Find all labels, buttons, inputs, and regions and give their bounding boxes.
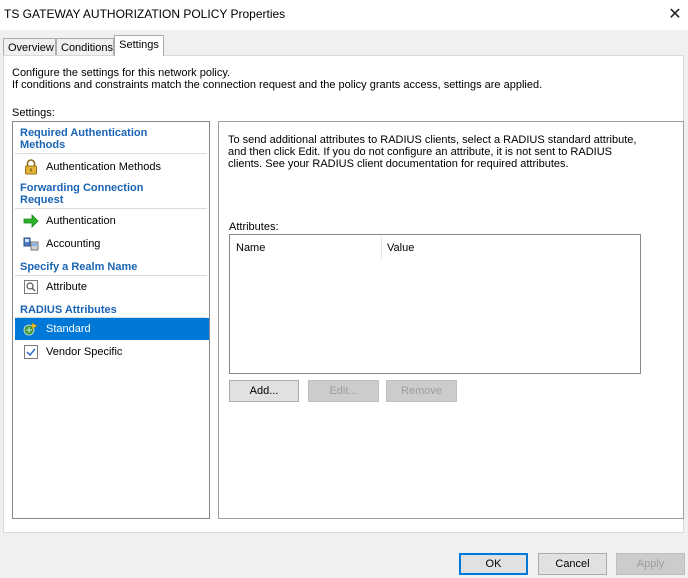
- standard-icon: [23, 321, 39, 337]
- nav-heading-required-authentication: Required Authentication Methods: [20, 127, 148, 151]
- nav-heading-forwarding-connection: Forwarding Connection Request: [20, 182, 144, 206]
- nav-item-label: Standard: [46, 323, 91, 335]
- edit-button[interactable]: Edit...: [308, 380, 379, 402]
- nav-item-authentication-methods[interactable]: Authentication Methods: [15, 156, 209, 178]
- cancel-button[interactable]: Cancel: [538, 553, 607, 575]
- apply-button[interactable]: Apply: [616, 553, 685, 575]
- nav-heading-radius-attributes: RADIUS Attributes: [20, 304, 117, 316]
- nav-item-label: Authentication: [46, 215, 116, 227]
- nav-item-authentication[interactable]: Authentication: [15, 210, 209, 232]
- nav-item-label: Attribute: [46, 281, 87, 293]
- ok-button[interactable]: OK: [459, 553, 528, 575]
- attributes-list[interactable]: Name Value: [229, 234, 641, 374]
- nav-item-label: Authentication Methods: [46, 161, 161, 173]
- description-line-2: If conditions and constraints match the …: [12, 79, 543, 91]
- nav-separator: [15, 208, 207, 209]
- nav-item-label: Vendor Specific: [46, 346, 123, 358]
- close-button[interactable]: ✕: [664, 2, 686, 26]
- nav-heading-realm-name: Specify a Realm Name: [20, 261, 138, 273]
- attributes-label: Attributes:: [229, 221, 279, 233]
- accounting-icon: [23, 236, 39, 252]
- add-button[interactable]: Add...: [229, 380, 299, 402]
- nav-item-label: Accounting: [46, 238, 101, 250]
- lock-icon: [23, 159, 39, 175]
- nav-separator: [15, 153, 207, 154]
- tab-overview[interactable]: Overview: [3, 38, 56, 56]
- nav-item-attribute[interactable]: Attribute: [15, 276, 209, 298]
- nav-item-standard[interactable]: Standard: [15, 318, 209, 340]
- green-arrow-icon: [23, 213, 39, 229]
- title-bar: TS GATEWAY AUTHORIZATION POLICY Properti…: [0, 0, 688, 30]
- nav-item-accounting[interactable]: Accounting: [15, 233, 209, 255]
- nav-item-vendor-specific[interactable]: Vendor Specific: [15, 341, 209, 363]
- settings-label: Settings:: [12, 107, 55, 119]
- radius-instructions-text: To send additional attributes to RADIUS …: [228, 134, 637, 170]
- remove-button[interactable]: Remove: [386, 380, 457, 402]
- window-title: TS GATEWAY AUTHORIZATION POLICY Properti…: [4, 7, 286, 21]
- settings-nav: Required Authentication Methods Authenti…: [12, 121, 210, 519]
- column-header-name[interactable]: Name: [236, 242, 265, 254]
- description-line-1: Configure the settings for this network …: [12, 67, 231, 79]
- attribute-icon: [23, 279, 39, 295]
- tab-settings[interactable]: Settings: [114, 35, 164, 56]
- close-icon: ✕: [668, 6, 682, 23]
- column-divider[interactable]: [381, 237, 382, 259]
- vendor-specific-icon: [23, 344, 39, 360]
- column-header-value[interactable]: Value: [387, 242, 414, 254]
- tab-conditions[interactable]: Conditions: [56, 38, 114, 56]
